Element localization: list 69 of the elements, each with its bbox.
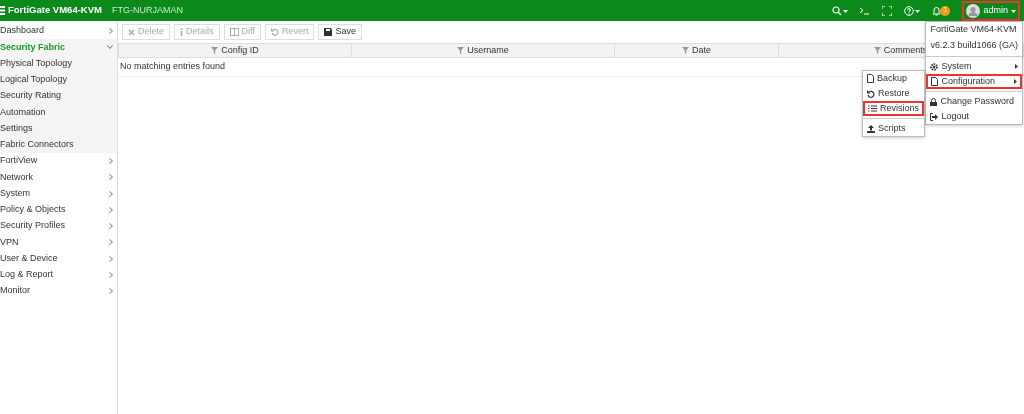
sidebar-subitem[interactable]: Automation bbox=[0, 104, 117, 121]
search-button[interactable] bbox=[832, 5, 849, 16]
chevron-right-icon bbox=[109, 288, 113, 295]
upload-icon bbox=[867, 124, 875, 133]
caret-icon bbox=[1011, 8, 1016, 13]
menu-item[interactable]: Logout bbox=[926, 109, 1022, 124]
logout-icon bbox=[930, 112, 939, 121]
logo-icon bbox=[0, 5, 6, 16]
submenu-arrow-icon bbox=[1014, 79, 1017, 84]
filter-icon bbox=[682, 47, 689, 55]
close-icon bbox=[128, 28, 135, 36]
sidebar-item[interactable]: VPN bbox=[0, 234, 117, 251]
filter-icon bbox=[211, 47, 219, 55]
columns-icon bbox=[229, 28, 239, 36]
bell-icon[interactable] bbox=[932, 5, 942, 16]
caret-icon bbox=[915, 8, 921, 13]
menu-item[interactable]: Restore bbox=[863, 86, 924, 101]
sidebar-item[interactable]: Dashboard bbox=[0, 23, 117, 40]
product-name: FortiGate VM64-KVM bbox=[8, 3, 102, 18]
sidebar-subitem[interactable]: Security Rating bbox=[0, 88, 117, 105]
chevron-right-icon bbox=[109, 28, 113, 35]
chevron-right-icon bbox=[109, 223, 113, 230]
column-header[interactable]: Date bbox=[615, 44, 779, 58]
caret-icon bbox=[843, 8, 849, 13]
menu-item[interactable]: Revisions bbox=[863, 101, 924, 116]
version-info: FortiGate VM64-KVM bbox=[929, 23, 1018, 37]
menu-item[interactable]: Backup bbox=[863, 71, 924, 86]
chevron-right-icon bbox=[109, 255, 113, 262]
terminal-icon[interactable] bbox=[860, 6, 871, 15]
search-icon bbox=[832, 5, 843, 16]
sidebar-item[interactable]: Log & Report bbox=[0, 266, 117, 283]
column-header[interactable]: Config ID bbox=[119, 44, 352, 58]
floppy-icon bbox=[324, 28, 333, 36]
chevron-right-icon bbox=[109, 206, 113, 213]
filter-icon bbox=[457, 47, 465, 55]
menu-item[interactable]: System bbox=[926, 59, 1022, 74]
fullscreen-icon[interactable] bbox=[882, 5, 893, 16]
undo-icon bbox=[867, 89, 875, 98]
sidebar-item[interactable]: Monitor bbox=[0, 283, 117, 300]
chevron-right-icon bbox=[109, 190, 113, 197]
sidebar-item[interactable]: Security Profiles bbox=[0, 218, 117, 235]
sidebar-item[interactable]: System bbox=[0, 185, 117, 202]
chevron-right-icon bbox=[109, 174, 113, 181]
submenu-arrow-icon bbox=[1015, 64, 1018, 69]
info-icon bbox=[180, 28, 183, 36]
avatar-icon bbox=[966, 3, 981, 18]
menu-item[interactable]: Scripts bbox=[863, 121, 924, 136]
filter-icon bbox=[873, 47, 881, 55]
lock-icon bbox=[930, 97, 938, 106]
sidebar-item[interactable]: FortiView bbox=[0, 153, 117, 170]
column-header[interactable]: Username bbox=[352, 44, 615, 58]
sidebar-item[interactable]: Network bbox=[0, 169, 117, 186]
menu-item[interactable]: Change Password bbox=[926, 94, 1022, 109]
chevron-right-icon bbox=[109, 271, 113, 278]
file-icon bbox=[867, 74, 874, 83]
gear-icon bbox=[930, 62, 939, 71]
chevron-right-icon bbox=[109, 239, 113, 246]
help-button[interactable] bbox=[904, 5, 921, 16]
file-icon bbox=[931, 77, 939, 86]
undo-icon bbox=[270, 28, 279, 36]
sidebar-item[interactable]: Security Fabric bbox=[0, 39, 117, 56]
sidebar-item[interactable]: Policy & Objects bbox=[0, 201, 117, 218]
save-button[interactable]: Save bbox=[318, 24, 362, 40]
chevron-right-icon bbox=[109, 158, 113, 165]
hostname: FTG-NURJAMAN bbox=[111, 3, 183, 17]
sidebar-item[interactable]: User & Device bbox=[0, 250, 117, 267]
menu-item[interactable]: Configuration bbox=[926, 74, 1022, 89]
chevron-down-icon bbox=[107, 45, 113, 50]
list-icon bbox=[868, 105, 877, 112]
